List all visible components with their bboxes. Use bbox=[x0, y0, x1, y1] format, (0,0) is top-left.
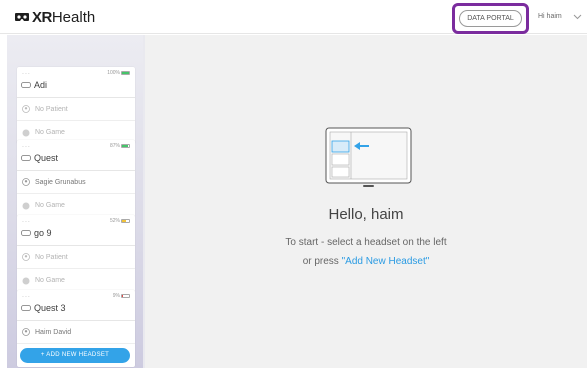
game-row[interactable]: No Game bbox=[17, 194, 135, 217]
xrhealth-logo[interactable]: XR Health bbox=[14, 8, 96, 26]
patient-name: No Patient bbox=[35, 105, 68, 113]
patient-icon bbox=[22, 328, 30, 336]
battery-icon bbox=[121, 294, 130, 298]
data-portal-button[interactable]: DATA PORTAL bbox=[459, 10, 522, 27]
instruction-text: To start - select a headset on the left bbox=[285, 237, 447, 248]
battery-percent: 9% bbox=[112, 293, 120, 299]
battery-icon bbox=[121, 71, 130, 75]
headset-icon bbox=[21, 155, 31, 161]
battery-percent: 100% bbox=[107, 70, 120, 76]
game-name: No Game bbox=[35, 129, 65, 136]
headset-card[interactable]: ... 87% Quest Sagie Grunabus No Game bbox=[17, 140, 135, 217]
patient-icon bbox=[22, 253, 30, 261]
game-name: No Game bbox=[35, 277, 65, 284]
battery-percent: 87% bbox=[109, 143, 120, 149]
game-icon bbox=[22, 202, 30, 209]
headset-card[interactable]: ... 100% Adi No Patient No Game bbox=[17, 67, 135, 144]
patient-icon bbox=[22, 178, 30, 186]
patient-row[interactable]: Sagie Grunabus bbox=[17, 171, 135, 194]
more-options-icon[interactable]: ... bbox=[22, 217, 31, 225]
game-name: No Game bbox=[35, 202, 65, 209]
headset-name: go 9 bbox=[34, 228, 52, 238]
patient-row[interactable]: Haim David bbox=[17, 321, 135, 344]
patient-icon bbox=[22, 105, 30, 113]
headset-card-header: ... 100% Adi bbox=[17, 67, 135, 98]
game-row[interactable]: No Game bbox=[17, 269, 135, 292]
user-greeting[interactable]: Hi haim bbox=[538, 13, 562, 20]
add-new-headset-button[interactable]: + ADD NEW HEADSET bbox=[20, 348, 130, 363]
instruction-text-line2: or press "Add New Headset" bbox=[145, 256, 587, 267]
more-options-icon[interactable]: ... bbox=[22, 292, 31, 300]
battery-icon bbox=[121, 219, 130, 223]
headset-card[interactable]: ... 52% go 9 No Patient No Game bbox=[17, 215, 135, 292]
add-new-headset-link[interactable]: "Add New Headset" bbox=[342, 256, 430, 267]
headset-card-header: ... 52% go 9 bbox=[17, 215, 135, 246]
patient-row[interactable]: No Patient bbox=[17, 98, 135, 121]
more-options-icon[interactable]: ... bbox=[22, 69, 31, 77]
logo-text-xr: XR bbox=[32, 8, 52, 26]
headset-icon bbox=[21, 305, 31, 311]
patient-name: No Patient bbox=[35, 253, 68, 261]
headset-name: Adi bbox=[34, 80, 48, 90]
game-icon bbox=[22, 277, 30, 284]
battery-icon bbox=[121, 144, 130, 148]
logo-text-health: Health bbox=[51, 8, 96, 26]
instruction-prefix: or press bbox=[302, 256, 342, 267]
patient-row[interactable]: No Patient bbox=[17, 246, 135, 269]
tablet-select-headset-illustration-icon bbox=[325, 127, 412, 187]
headset-card-header: ... 87% Quest bbox=[17, 140, 135, 171]
vr-headset-logo-icon bbox=[15, 13, 29, 21]
headset-name: Quest bbox=[34, 153, 59, 163]
headset-card-header: ... 9% Quest 3 bbox=[17, 290, 135, 321]
patient-name: Sagie Grunabus bbox=[35, 178, 86, 186]
top-bar: XR Health DATA PORTAL Hi haim bbox=[0, 0, 587, 34]
welcome-title: Hello, haim bbox=[328, 206, 404, 223]
headset-icon bbox=[21, 230, 31, 236]
headset-icon bbox=[21, 82, 31, 88]
main-panel: Hello, haim To start - select a headset … bbox=[145, 35, 587, 368]
headset-name: Quest 3 bbox=[34, 303, 66, 313]
more-options-icon[interactable]: ... bbox=[22, 142, 31, 150]
chevron-down-icon[interactable] bbox=[573, 13, 582, 20]
patient-name: Haim David bbox=[35, 328, 72, 336]
battery-percent: 52% bbox=[109, 218, 120, 224]
game-icon bbox=[22, 129, 30, 136]
headset-sidebar: ... 100% Adi No Patient No Game ... 87% … bbox=[7, 35, 144, 368]
